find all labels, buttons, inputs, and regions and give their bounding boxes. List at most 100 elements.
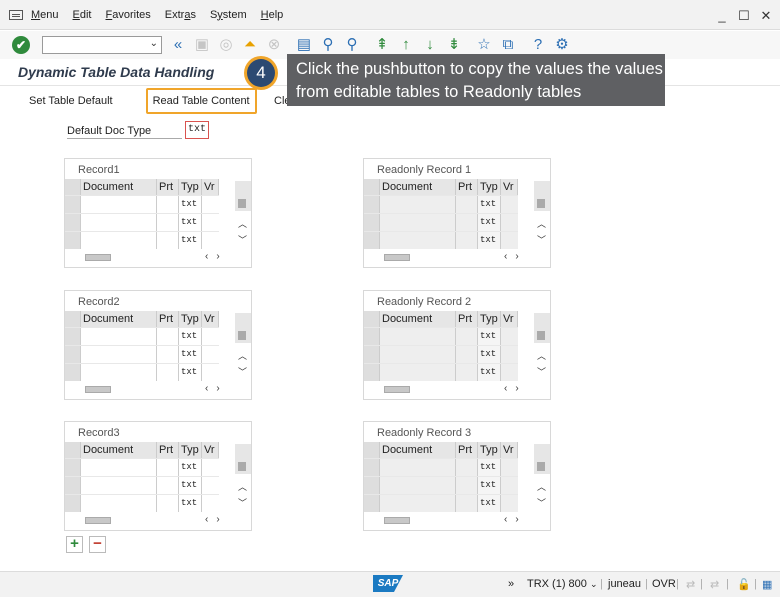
find-icon[interactable]: ⚲ <box>320 37 336 53</box>
document-cell[interactable] <box>81 346 157 363</box>
horizontal-scrollbar[interactable]: ‹› <box>85 514 245 528</box>
typ-cell[interactable]: txt <box>179 232 202 249</box>
scroll-thumb[interactable] <box>85 386 111 393</box>
scroll-up-icon[interactable]: ︿ <box>537 480 546 493</box>
typ-cell[interactable]: txt <box>179 196 202 213</box>
scroll-up-icon[interactable]: ︿ <box>537 217 546 230</box>
select-all-cell[interactable] <box>364 311 380 327</box>
column-header-typ[interactable]: Typ <box>478 311 501 327</box>
horizontal-scrollbar[interactable]: ‹› <box>85 251 245 265</box>
vr-cell[interactable] <box>202 214 219 231</box>
menu-item-system[interactable]: System <box>210 9 247 21</box>
prt-cell[interactable] <box>157 364 179 381</box>
column-header-typ[interactable]: Typ <box>179 442 202 458</box>
print-icon[interactable]: ▤ <box>296 37 312 53</box>
vr-cell[interactable] <box>202 495 219 512</box>
row-selector[interactable] <box>65 495 81 512</box>
row-selector[interactable] <box>65 196 81 213</box>
row-selector[interactable] <box>364 477 380 494</box>
row-selector[interactable] <box>65 328 81 345</box>
scroll-thumb[interactable] <box>537 462 545 471</box>
shortcut-icon[interactable]: ⧉ <box>500 37 516 53</box>
find-next-icon[interactable]: ⚲ <box>344 37 360 53</box>
scroll-thumb[interactable] <box>238 462 246 471</box>
scroll-thumb[interactable] <box>238 199 246 208</box>
new-session-icon[interactable]: ☆ <box>476 37 492 53</box>
document-cell[interactable] <box>81 232 157 249</box>
column-header-prt[interactable]: Prt <box>456 311 478 327</box>
help-icon[interactable]: ? <box>530 37 546 53</box>
select-all-cell[interactable] <box>65 442 81 458</box>
row-selector[interactable] <box>364 196 380 213</box>
column-header-typ[interactable]: Typ <box>478 179 501 195</box>
last-page-icon[interactable]: ⇟ <box>446 37 462 53</box>
column-header-prt[interactable]: Prt <box>157 442 179 458</box>
row-selector[interactable] <box>364 214 380 231</box>
scroll-down-icon[interactable]: ﹀ <box>238 496 247 509</box>
menu-item-menu[interactable]: Menu <box>31 9 59 21</box>
scroll-left-right-icon[interactable]: ‹› <box>205 251 228 262</box>
prt-cell[interactable] <box>157 214 179 231</box>
scroll-thumb[interactable] <box>384 517 410 524</box>
default-doc-type-input[interactable]: txt <box>185 121 209 139</box>
vr-cell[interactable] <box>202 477 219 494</box>
column-header-vr[interactable]: Vr <box>501 442 518 458</box>
document-cell[interactable] <box>81 328 157 345</box>
system-info[interactable]: TRX (1) 800 <box>527 578 587 590</box>
column-header-prt[interactable]: Prt <box>456 442 478 458</box>
scroll-thumb[interactable] <box>537 331 545 340</box>
column-header-vr[interactable]: Vr <box>202 179 219 195</box>
column-header-prt[interactable]: Prt <box>456 179 478 195</box>
next-page-icon[interactable]: ↓ <box>422 37 438 53</box>
back-icon[interactable]: « <box>170 37 186 53</box>
previous-page-icon[interactable]: ↑ <box>398 37 414 53</box>
vertical-scrollbar[interactable]: ︿ ﹀ <box>235 313 251 383</box>
command-field[interactable]: ⌄ <box>42 36 162 54</box>
scroll-thumb[interactable] <box>384 254 410 261</box>
close-icon[interactable]: ✕ <box>760 8 772 24</box>
column-header-document[interactable]: Document <box>380 442 456 458</box>
menu-item-help[interactable]: Help <box>261 9 284 21</box>
scroll-thumb[interactable] <box>85 254 111 261</box>
minimize-icon[interactable]: _ <box>716 8 728 24</box>
row-selector[interactable] <box>65 214 81 231</box>
column-header-vr[interactable]: Vr <box>501 179 518 195</box>
select-all-cell[interactable] <box>364 179 380 195</box>
document-cell[interactable] <box>81 196 157 213</box>
first-page-icon[interactable]: ⇞ <box>374 37 390 53</box>
read-table-content-button[interactable]: Read Table Content <box>145 88 257 114</box>
enter-icon[interactable]: ✔ <box>12 36 30 54</box>
scroll-down-icon[interactable]: ﹀ <box>537 496 546 509</box>
insert-mode[interactable]: OVR <box>652 578 676 590</box>
maximize-icon[interactable]: ☐ <box>738 8 750 24</box>
row-selector[interactable] <box>364 328 380 345</box>
scroll-thumb[interactable] <box>85 517 111 524</box>
column-header-typ[interactable]: Typ <box>179 179 202 195</box>
vertical-scrollbar[interactable]: ︿ ﹀ <box>534 444 550 514</box>
column-header-document[interactable]: Document <box>81 311 157 327</box>
scroll-up-icon[interactable]: ︿ <box>238 480 247 493</box>
scroll-down-icon[interactable]: ﹀ <box>537 365 546 378</box>
document-cell[interactable] <box>81 214 157 231</box>
typ-cell[interactable]: txt <box>179 328 202 345</box>
typ-cell[interactable]: txt <box>179 346 202 363</box>
vr-cell[interactable] <box>202 196 219 213</box>
remove-row-button[interactable]: − <box>89 536 106 553</box>
typ-cell[interactable]: txt <box>179 364 202 381</box>
typ-cell[interactable]: txt <box>179 459 202 476</box>
horizontal-scrollbar[interactable]: ‹› <box>384 251 544 265</box>
column-header-prt[interactable]: Prt <box>157 179 179 195</box>
row-selector[interactable] <box>364 346 380 363</box>
row-selector[interactable] <box>65 459 81 476</box>
scroll-up-icon[interactable]: ︿ <box>537 349 546 362</box>
column-header-document[interactable]: Document <box>81 442 157 458</box>
cancel-icon[interactable]: ⏶ <box>242 37 258 53</box>
scroll-left-right-icon[interactable]: ‹› <box>205 514 228 525</box>
column-header-vr[interactable]: Vr <box>202 442 219 458</box>
scroll-up-icon[interactable]: ︿ <box>238 217 247 230</box>
prt-cell[interactable] <box>157 196 179 213</box>
column-header-vr[interactable]: Vr <box>202 311 219 327</box>
set-table-default-button[interactable]: Set Table Default <box>22 91 120 111</box>
row-selector[interactable] <box>65 477 81 494</box>
typ-cell[interactable]: txt <box>179 495 202 512</box>
